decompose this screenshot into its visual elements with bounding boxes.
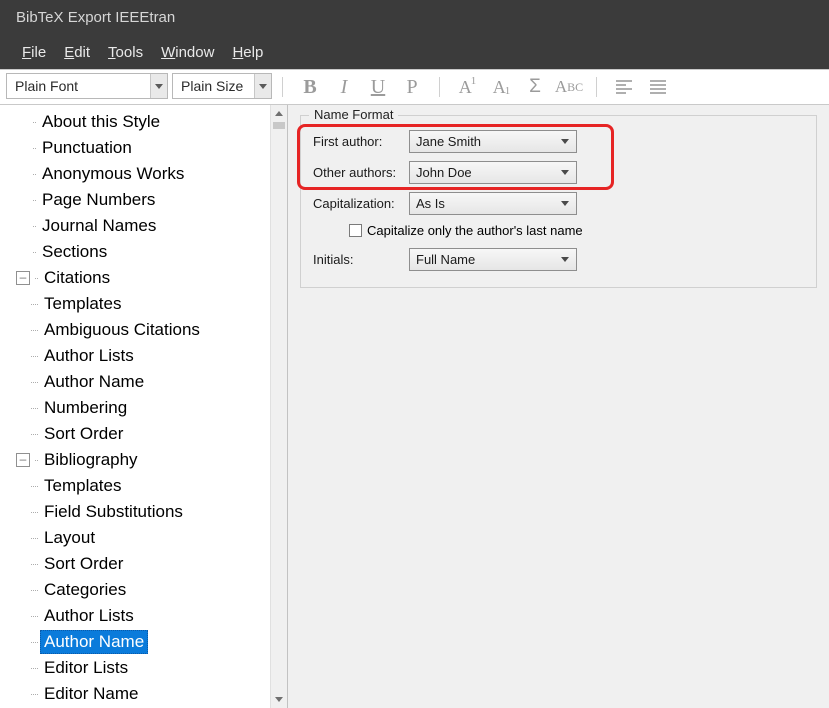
other-authors-select[interactable]: John Doe [409, 161, 577, 184]
row-capitalize-lastname[interactable]: Capitalize only the author's last name [349, 223, 804, 238]
row-other-authors: Other authors: John Doe [313, 161, 804, 184]
scroll-down-icon[interactable] [271, 691, 287, 708]
group-title: Name Format [309, 107, 398, 122]
vertical-scrollbar[interactable] [270, 105, 287, 708]
tree-item-biblio-layout[interactable]: Layout [10, 525, 287, 551]
first-author-label: First author: [313, 134, 409, 149]
size-combo[interactable]: Plain Size [172, 73, 272, 99]
chevron-down-icon [254, 74, 271, 98]
capitalization-select[interactable]: As Is [409, 192, 577, 215]
menu-edit[interactable]: Edit [64, 44, 90, 61]
row-capitalization: Capitalization: As Is [313, 192, 804, 215]
tree-item-anonymous[interactable]: Anonymous Works [10, 161, 287, 187]
tree-item-biblio-categories[interactable]: Categories [10, 577, 287, 603]
tree-item-citations-ambiguous[interactable]: Ambiguous Citations [10, 317, 287, 343]
bold-button[interactable]: B [293, 73, 327, 101]
first-author-select[interactable]: Jane Smith [409, 130, 577, 153]
symbol-button[interactable]: Σ [518, 73, 552, 101]
tree-item-citations[interactable]: –Citations [10, 265, 287, 291]
tree-item-biblio-editor-name[interactable]: Editor Name [10, 681, 287, 707]
row-initials: Initials: Full Name [313, 248, 804, 271]
menu-file[interactable]: File [22, 44, 46, 61]
initials-value: Full Name [416, 252, 475, 267]
tree-item-journal-names[interactable]: Journal Names [10, 213, 287, 239]
font-combo[interactable]: Plain Font [6, 73, 168, 99]
tree-item-citations-templates[interactable]: Templates [10, 291, 287, 317]
chevron-down-icon [150, 74, 167, 98]
other-authors-value: John Doe [416, 165, 472, 180]
capitalize-lastname-checkbox[interactable] [349, 224, 362, 237]
tree-item-page-numbers[interactable]: Page Numbers [10, 187, 287, 213]
tree-item-biblio-editor-lists[interactable]: Editor Lists [10, 655, 287, 681]
underline-button[interactable]: U [361, 73, 395, 101]
first-author-value: Jane Smith [416, 134, 481, 149]
row-first-author: First author: Jane Smith [313, 130, 804, 153]
menu-help[interactable]: Help [232, 44, 263, 61]
tree-item-sections[interactable]: Sections [10, 239, 287, 265]
plain-button[interactable]: P [395, 73, 429, 101]
tree-item-citations-author-name[interactable]: Author Name [10, 369, 287, 395]
menu-bar: File Edit Tools Window Help [0, 35, 829, 69]
separator [282, 77, 283, 97]
capitalization-label: Capitalization: [313, 196, 409, 211]
tree-item-citations-numbering[interactable]: Numbering [10, 395, 287, 421]
menu-window[interactable]: Window [161, 44, 214, 61]
scroll-up-icon[interactable] [271, 105, 287, 122]
detail-panel: Name Format First author: Jane Smith Oth… [288, 105, 829, 708]
align-left-button[interactable] [607, 73, 641, 101]
tree-item-biblio-templates[interactable]: Templates [10, 473, 287, 499]
separator [596, 77, 597, 97]
tree-item-biblio-author-name[interactable]: Author Name [10, 629, 287, 655]
tree-item-biblio-sort-order[interactable]: Sort Order [10, 551, 287, 577]
content-split: About this Style Punctuation Anonymous W… [0, 105, 829, 708]
tree-item-biblio-author-lists[interactable]: Author Lists [10, 603, 287, 629]
tree-item-biblio-field-subs[interactable]: Field Substitutions [10, 499, 287, 525]
collapse-icon[interactable]: – [16, 453, 30, 467]
tree-item-about[interactable]: About this Style [10, 109, 287, 135]
superscript-button[interactable]: A1 [450, 73, 484, 101]
tree-item-bibliography[interactable]: –Bibliography [10, 447, 287, 473]
font-combo-value: Plain Font [7, 78, 150, 94]
capitalization-value: As Is [416, 196, 445, 211]
tree-item-citations-sort-order[interactable]: Sort Order [10, 421, 287, 447]
collapse-icon[interactable]: – [16, 271, 30, 285]
italic-button[interactable]: I [327, 73, 361, 101]
toolbar: Plain Font Plain Size B I U P A1 A1 Σ AB… [0, 69, 829, 105]
initials-label: Initials: [313, 252, 409, 267]
menu-tools[interactable]: Tools [108, 44, 143, 61]
nav-tree: About this Style Punctuation Anonymous W… [10, 109, 287, 707]
tree-panel: About this Style Punctuation Anonymous W… [0, 105, 288, 708]
separator [439, 77, 440, 97]
window-title: BibTeX Export IEEEtran [16, 9, 175, 26]
subscript-button[interactable]: A1 [484, 73, 518, 101]
capitalize-lastname-label: Capitalize only the author's last name [367, 223, 583, 238]
name-format-group: Name Format First author: Jane Smith Oth… [300, 115, 817, 288]
align-justify-button[interactable] [641, 73, 675, 101]
smallcaps-button[interactable]: ABC [552, 73, 586, 101]
window-titlebar: BibTeX Export IEEEtran [0, 0, 829, 35]
initials-select[interactable]: Full Name [409, 248, 577, 271]
size-combo-value: Plain Size [173, 78, 254, 94]
tree-item-citations-author-lists[interactable]: Author Lists [10, 343, 287, 369]
scroll-thumb[interactable] [273, 122, 285, 129]
other-authors-label: Other authors: [313, 165, 409, 180]
tree-item-punctuation[interactable]: Punctuation [10, 135, 287, 161]
